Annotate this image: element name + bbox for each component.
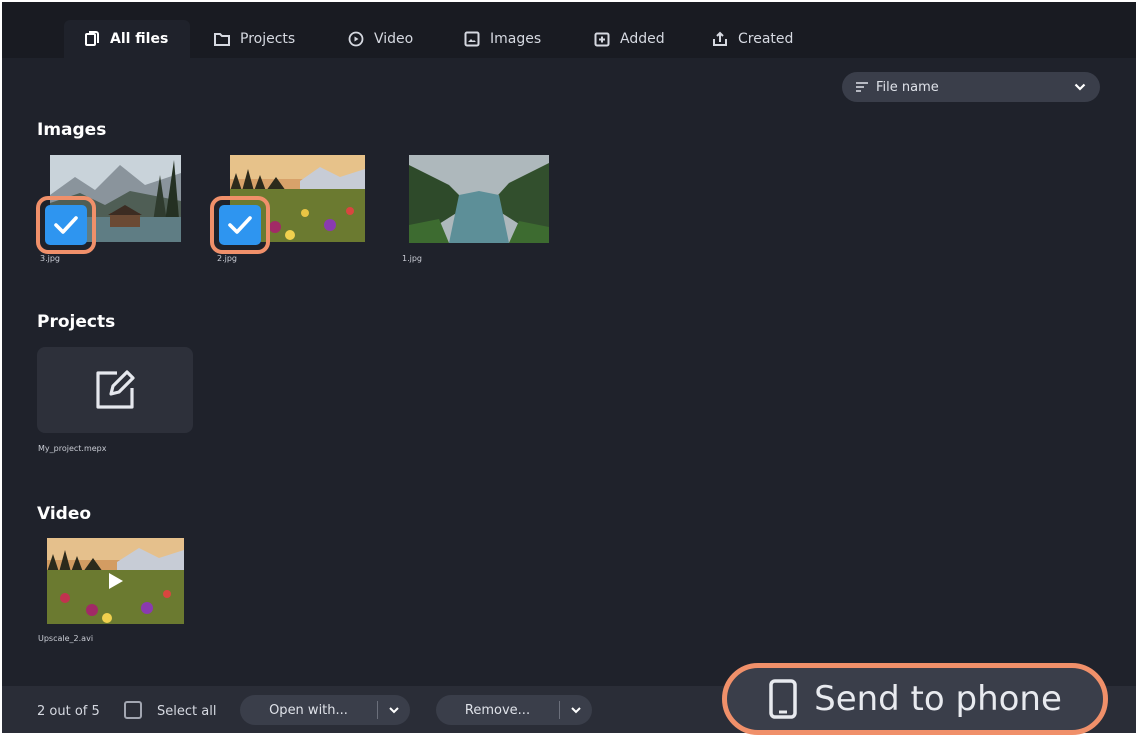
- tab-label: Created: [738, 31, 794, 47]
- files-icon: [85, 31, 99, 46]
- folder-icon: [214, 33, 230, 46]
- tab-bar: All files Projects Video Images Added Cr…: [2, 2, 1136, 58]
- tab-label: Images: [490, 31, 542, 47]
- play-circle-icon: [348, 31, 364, 47]
- tab-images[interactable]: Images: [444, 20, 561, 58]
- section-title-projects: Projects: [37, 312, 116, 332]
- send-to-phone-button[interactable]: Send to phone: [722, 663, 1108, 735]
- edit-icon: [96, 370, 135, 409]
- image-icon: [464, 31, 480, 47]
- sort-lines-icon: [856, 82, 868, 92]
- sort-label: File name: [876, 79, 939, 95]
- remove-dropdown[interactable]: [560, 706, 592, 714]
- tab-video[interactable]: Video: [328, 20, 433, 58]
- image-thumbnail[interactable]: [409, 155, 549, 243]
- tab-label: Video: [374, 31, 414, 47]
- chevron-down-icon: [389, 706, 399, 713]
- tab-projects[interactable]: Projects: [194, 20, 315, 58]
- sort-dropdown[interactable]: File name: [842, 72, 1100, 102]
- video-filename: Upscale_2.avi: [38, 634, 94, 643]
- add-box-icon: [594, 32, 610, 47]
- river-valley-image: [409, 155, 549, 243]
- selection-count: 2 out of 5: [37, 704, 100, 719]
- image-checkbox-3[interactable]: [36, 196, 96, 254]
- select-all-checkbox[interactable]: [124, 701, 142, 719]
- image-filename: 1.jpg: [402, 254, 423, 263]
- remove-button[interactable]: Remove...: [436, 695, 592, 725]
- phone-icon: [769, 679, 797, 719]
- chevron-down-icon: [1074, 83, 1086, 91]
- tab-added[interactable]: Added: [574, 20, 685, 58]
- send-to-phone-label: Send to phone: [814, 679, 1062, 719]
- image-checkbox-2[interactable]: [210, 196, 270, 254]
- media-library-window: All files Projects Video Images Added Cr…: [2, 2, 1136, 733]
- section-title-images: Images: [37, 120, 107, 140]
- select-all-label[interactable]: Select all: [157, 704, 216, 719]
- tab-label: Added: [620, 31, 665, 47]
- checkmark-icon: [54, 216, 78, 234]
- project-filename: My_project.mepx: [38, 444, 107, 453]
- tab-created[interactable]: Created: [692, 20, 813, 58]
- remove-label: Remove...: [464, 702, 531, 718]
- open-with-button[interactable]: Open with...: [240, 695, 410, 725]
- share-upload-icon: [713, 31, 727, 46]
- open-with-label: Open with...: [269, 702, 348, 718]
- video-thumbnail[interactable]: [47, 538, 184, 624]
- image-filename: 3.jpg: [40, 254, 61, 263]
- checkmark-icon: [228, 216, 252, 234]
- project-tile[interactable]: [37, 347, 193, 433]
- image-filename: 2.jpg: [217, 254, 238, 263]
- section-title-video: Video: [37, 504, 92, 524]
- tab-label: All files: [110, 31, 169, 47]
- tab-label: Projects: [240, 31, 296, 47]
- tab-all-files[interactable]: All files: [64, 20, 190, 58]
- chevron-down-icon: [571, 706, 581, 713]
- open-with-dropdown[interactable]: [378, 706, 410, 714]
- play-icon: [109, 573, 123, 589]
